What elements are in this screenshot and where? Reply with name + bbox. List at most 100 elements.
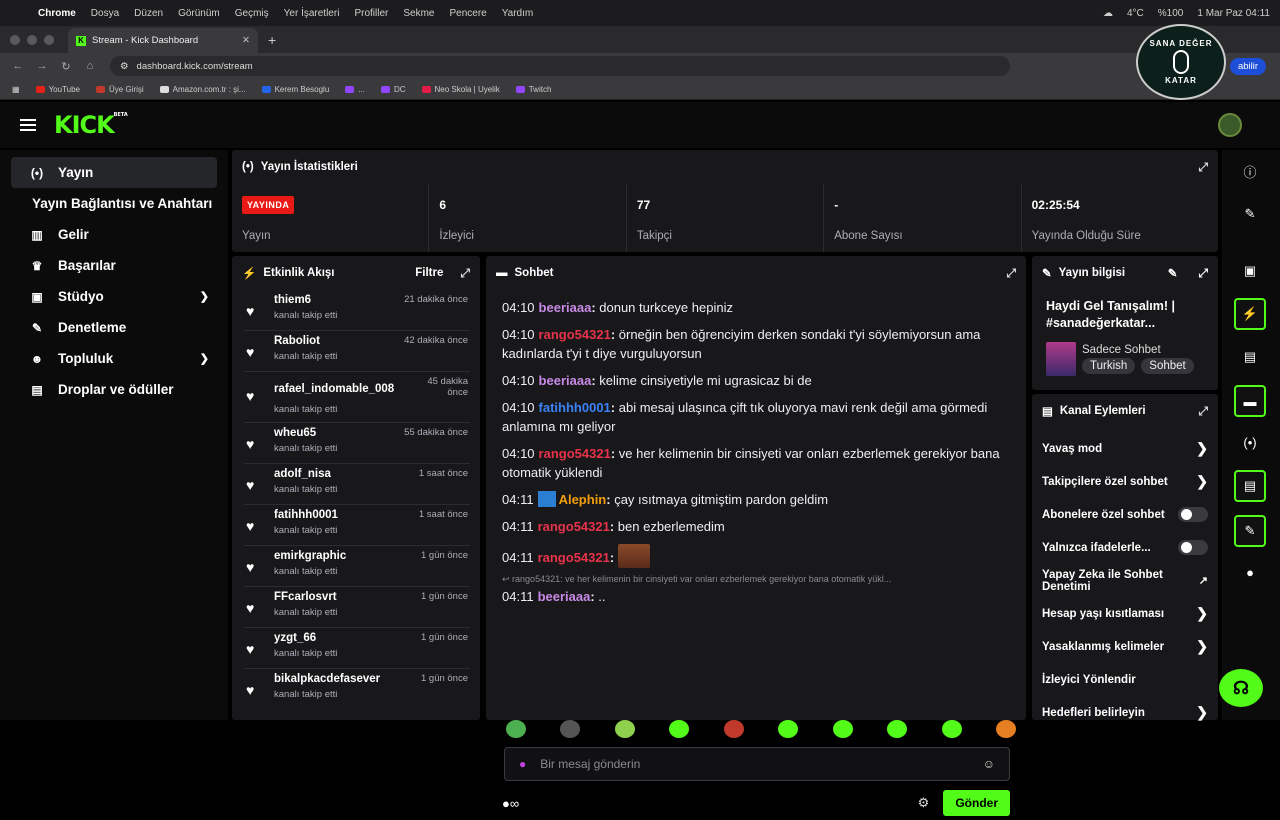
emote-icon[interactable] — [887, 720, 908, 738]
wrench-icon[interactable]: ✎ — [1234, 515, 1266, 547]
message-user[interactable]: beeriaaa — [539, 300, 592, 315]
action-banned-words[interactable]: Yasaklanmış kelimeler ❯ — [1032, 630, 1218, 663]
category-name[interactable]: Sadece Sohbet — [1082, 344, 1194, 356]
menu-yer-isaretleri[interactable]: Yer İşaretleri — [284, 8, 340, 19]
emote-icon[interactable] — [506, 720, 526, 738]
menu-gecmis[interactable]: Geçmiş — [235, 8, 269, 19]
close-window-button[interactable] — [10, 34, 20, 45]
follower-name[interactable]: fatihhh0001 — [274, 509, 338, 521]
expand-icon[interactable]: ⤢ — [1006, 266, 1016, 281]
avatar[interactable] — [1218, 113, 1242, 137]
sidebar-item-baglanti[interactable]: Yayın Bağlantısı ve Anahtarı — [11, 188, 217, 219]
message-user[interactable]: fatihhh0001 — [539, 400, 611, 415]
menu-pencere[interactable]: Pencere — [449, 8, 486, 19]
hamburger-menu-icon[interactable] — [20, 119, 36, 131]
message-user[interactable]: beeriaaa — [539, 373, 592, 388]
menu-sekme[interactable]: Sekme — [403, 8, 434, 19]
follower-name[interactable]: rafael_indomable_008 — [274, 383, 394, 395]
follower-name[interactable]: thiem6 — [274, 294, 311, 306]
menu-yardim[interactable]: Yardım — [502, 8, 534, 19]
minimize-window-button[interactable] — [27, 34, 37, 45]
back-icon[interactable]: ← — [6, 60, 30, 72]
sidebar-item-gelir[interactable]: ▥ Gelir — [11, 219, 217, 250]
action-ai-moderation[interactable]: Yapay Zeka ile Sohbet Denetimi ↗ — [1032, 564, 1218, 597]
category-thumbnail[interactable] — [1046, 342, 1076, 376]
menu-dosya[interactable]: Dosya — [91, 8, 119, 19]
menu-duzen[interactable]: Düzen — [134, 8, 163, 19]
chat-input[interactable]: ● Bir mesaj gönderin ☺ — [504, 747, 1010, 781]
message-user[interactable]: rango54321 — [538, 519, 610, 534]
action-set-goals[interactable]: Hedefleri belirleyin ❯ — [1032, 696, 1218, 729]
support-chat-icon[interactable]: ☊ — [1219, 669, 1263, 707]
message-user[interactable]: Alephin — [559, 492, 607, 507]
kick-points-icon[interactable]: ●∞ — [502, 796, 519, 811]
action-followers-only[interactable]: Takipçilere özel sohbet ❯ — [1032, 465, 1218, 498]
forward-icon[interactable]: → — [30, 60, 54, 72]
expand-icon[interactable]: ⤢ — [1198, 404, 1208, 419]
emote-icon[interactable] — [669, 720, 690, 738]
pencil-icon[interactable]: ✎ — [1168, 266, 1178, 280]
emote-icon[interactable] — [941, 720, 962, 738]
emote-icon[interactable] — [995, 720, 1016, 738]
expand-icon[interactable]: ⤢ — [1198, 160, 1208, 175]
follower-name[interactable]: emirkgraphic — [274, 550, 346, 562]
action-raid[interactable]: İzleyici Yönlendir — [1032, 663, 1218, 696]
new-tab-icon[interactable]: + — [268, 32, 276, 48]
expand-icon[interactable]: ⤢ — [1198, 266, 1208, 281]
bookmark-neo-skola[interactable]: Neo Skola | Uyelik — [421, 85, 500, 94]
channel-actions-icon[interactable]: ▤ — [1234, 470, 1266, 502]
document-icon[interactable]: ▤ — [1234, 341, 1266, 373]
close-tab-icon[interactable]: ✕ — [242, 35, 250, 46]
info-icon[interactable]: ⓘ — [1234, 155, 1266, 187]
bookmark-uye-girisi[interactable]: Üye Girişi — [96, 85, 144, 94]
gear-icon[interactable]: ⚙ — [918, 795, 930, 811]
menu-chrome[interactable]: Chrome — [38, 8, 76, 19]
message-user[interactable]: rango54321 — [539, 327, 611, 342]
menu-gorunum[interactable]: Görünüm — [178, 8, 220, 19]
sidebar-item-denetleme[interactable]: ✎ Denetleme — [11, 312, 217, 343]
filter-button[interactable]: Filtre — [415, 267, 443, 279]
send-button[interactable]: Gönder — [943, 790, 1010, 816]
subscribers-only-toggle[interactable] — [1178, 507, 1208, 522]
action-slow-mode[interactable]: Yavaş mod ❯ — [1032, 432, 1218, 465]
microphone-icon[interactable]: ● — [519, 757, 526, 771]
emote-icon[interactable] — [832, 720, 853, 738]
message-user[interactable]: rango54321 — [538, 550, 610, 565]
update-button[interactable]: abilir — [1229, 57, 1266, 75]
follower-name[interactable]: Raboliot — [274, 335, 320, 347]
bookmark-twitch[interactable]: Twitch — [515, 85, 551, 94]
url-field[interactable]: ⚙ dashboard.kick.com/stream — [110, 56, 1010, 76]
kick-logo[interactable]: KICK BETA — [54, 111, 128, 139]
sidebar-item-topluluk[interactable]: ☻ Topluluk ❯ — [11, 343, 217, 374]
follower-name[interactable]: FFcarlosvrt — [274, 591, 337, 603]
action-account-age[interactable]: Hesap yaşı kısıtlaması ❯ — [1032, 597, 1218, 630]
follower-name[interactable]: adolf_nisa — [274, 468, 331, 480]
pencil-icon[interactable]: ✎ — [1234, 198, 1266, 230]
bookmark-twitch-dots[interactable]: ... — [345, 85, 365, 94]
chat-messages[interactable]: 04:10 beeriaaa: donun turkceye hepiniz 04… — [486, 290, 1026, 624]
community-icon[interactable]: ● — [1234, 556, 1266, 588]
sidebar-item-basarilar[interactable]: ♛ Başarılar — [11, 250, 217, 281]
chat-bubble-icon[interactable]: ▬ — [1234, 385, 1266, 417]
emote-icon[interactable] — [614, 720, 635, 738]
home-icon[interactable]: ⌂ — [78, 60, 102, 72]
site-info-icon[interactable]: ⚙ — [120, 61, 129, 72]
follower-name[interactable]: bikalpkacdefasever — [274, 673, 380, 685]
follower-name[interactable]: wheu65 — [274, 427, 316, 439]
clock[interactable]: 1 Mar Paz 04:11 — [1197, 8, 1270, 19]
emoji-icon[interactable]: ☺ — [983, 757, 995, 771]
bookmark-dc[interactable]: DC — [380, 85, 406, 94]
apps-grid-icon[interactable]: ▦ — [12, 85, 20, 94]
broadcast-icon[interactable]: (•) — [1234, 426, 1266, 458]
reload-icon[interactable]: ↻ — [54, 60, 78, 73]
browser-tab[interactable]: K Stream - Kick Dashboard ✕ — [68, 28, 258, 53]
sidebar-item-yayin[interactable]: (•) Yayın — [11, 157, 217, 188]
message-user[interactable]: beeriaaa — [538, 589, 591, 604]
follower-name[interactable]: yzgt_66 — [274, 632, 316, 644]
emotes-only-toggle[interactable] — [1178, 540, 1208, 555]
screen-capture-icon[interactable]: ▣ — [1234, 255, 1266, 287]
bookmark-youtube[interactable]: YouTube — [35, 85, 80, 94]
bookmark-kerem[interactable]: Kerem Besoglu — [261, 85, 329, 94]
sidebar-item-studyo[interactable]: ▣ Stüdyo ❯ — [11, 281, 217, 312]
emote-icon[interactable] — [723, 720, 744, 738]
